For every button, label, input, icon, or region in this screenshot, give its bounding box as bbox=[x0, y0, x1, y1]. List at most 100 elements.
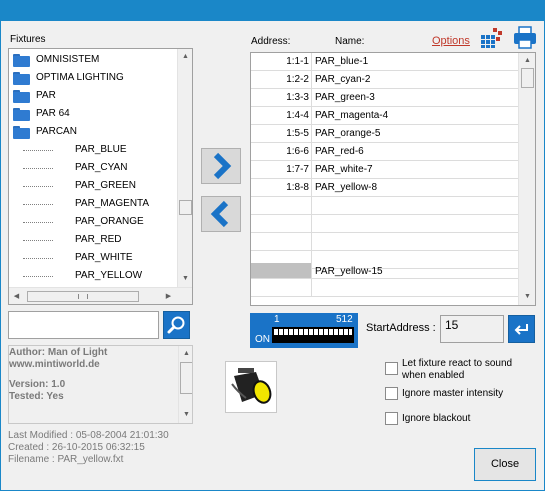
table-row[interactable]: 1:6-6 PAR_red-6 bbox=[251, 143, 518, 161]
info-version: Version: 1.0 bbox=[9, 379, 66, 390]
row-name: PAR_yellow-15 bbox=[315, 266, 383, 277]
scroll-thumb[interactable] bbox=[521, 68, 534, 88]
row-address: 1:5-5 bbox=[251, 125, 312, 142]
tree-folder-parcan[interactable]: PARCAN bbox=[9, 123, 177, 141]
remove-fixture-button[interactable] bbox=[201, 196, 241, 232]
scroll-up-icon[interactable]: ▲ bbox=[179, 346, 192, 361]
scroll-up-icon[interactable]: ▲ bbox=[520, 53, 535, 68]
tree-leaf[interactable]: PAR_ORANGE bbox=[9, 213, 177, 231]
table-row[interactable]: 1:8-8 PAR_yellow-8 bbox=[251, 179, 518, 197]
tree-leaf[interactable]: PAR_CYAN bbox=[9, 159, 177, 177]
options-link[interactable]: Options bbox=[432, 35, 470, 47]
table-row-selected[interactable]: PAR_yellow-15 bbox=[251, 263, 518, 279]
apply-start-address-button[interactable] bbox=[508, 315, 535, 343]
ignore-master-intensity-checkbox[interactable] bbox=[385, 387, 398, 400]
patch-address-table[interactable]: 1:1-1 PAR_blue-1 1:2-2 PAR_cyan-2 1:3-3 PAR… bbox=[250, 52, 536, 306]
scroll-thumb[interactable] bbox=[179, 200, 192, 215]
tree-folder-par-64[interactable]: PAR 64 bbox=[9, 105, 177, 123]
table-row[interactable]: 1:5-5 PAR_orange-5 bbox=[251, 125, 518, 143]
enter-return-icon bbox=[514, 324, 528, 335]
fixtures-tree[interactable]: OMNISISTEM OPTIMA LIGHTING PAR PAR 64 PA… bbox=[8, 48, 193, 305]
table-row[interactable]: 1:3-3 PAR_green-3 bbox=[251, 89, 518, 107]
start-address-input[interactable]: 15 bbox=[440, 315, 504, 343]
row-address: 1:3-3 bbox=[251, 89, 312, 106]
row-address: 1:2-2 bbox=[251, 71, 312, 88]
fixture-preview bbox=[225, 361, 277, 413]
info-website: www.mintiworld.de bbox=[9, 359, 100, 370]
folder-icon bbox=[13, 72, 30, 85]
close-button[interactable]: Close bbox=[474, 448, 536, 481]
row-address bbox=[251, 279, 312, 296]
scroll-thumb[interactable] bbox=[27, 291, 139, 302]
folder-icon bbox=[13, 108, 30, 121]
tree-leaf-label: PAR_YELLOW bbox=[75, 270, 143, 281]
scroll-left-icon[interactable]: ◀ bbox=[9, 289, 24, 304]
patch-grid-button[interactable] bbox=[479, 27, 505, 49]
tree-leaf[interactable]: PAR_WHITE bbox=[9, 249, 177, 267]
info-author: Author: Man of Light bbox=[9, 347, 108, 358]
row-name: PAR_cyan-2 bbox=[315, 74, 371, 85]
react-to-sound-checkbox[interactable] bbox=[385, 362, 398, 375]
scroll-thumb[interactable] bbox=[180, 362, 192, 394]
row-name: PAR_blue-1 bbox=[315, 56, 369, 67]
tree-leaf-label: PAR_MAGENTA bbox=[75, 198, 150, 209]
scroll-down-icon[interactable]: ▼ bbox=[179, 407, 192, 422]
tree-leaf[interactable]: PAR_BLUE bbox=[9, 141, 177, 159]
scroll-right-icon[interactable]: ▶ bbox=[161, 289, 176, 304]
tree-folder-par[interactable]: PAR bbox=[9, 87, 177, 105]
row-name: PAR_white-7 bbox=[315, 164, 373, 175]
print-button[interactable] bbox=[511, 25, 539, 51]
ignore-blackout-checkbox[interactable] bbox=[385, 412, 398, 425]
table-row[interactable] bbox=[251, 197, 518, 215]
table-row[interactable]: 1:2-2 PAR_cyan-2 bbox=[251, 71, 518, 89]
dmx-universe-bar[interactable]: 1 512 ON bbox=[250, 313, 358, 348]
arrow-right-icon bbox=[213, 152, 232, 180]
scroll-down-icon[interactable]: ▼ bbox=[520, 289, 535, 304]
tree-folder-label: PARCAN bbox=[36, 126, 77, 137]
search-button[interactable] bbox=[163, 311, 190, 339]
arrow-left-icon bbox=[210, 200, 229, 228]
info-vertical-scrollbar[interactable]: ▲ ▼ bbox=[178, 346, 192, 423]
tree-leaf[interactable]: PAR_YELLOW bbox=[9, 267, 177, 285]
dmx-channel-strip bbox=[272, 327, 354, 343]
folder-icon bbox=[13, 90, 30, 103]
table-row[interactable]: 1:7-7 PAR_white-7 bbox=[251, 161, 518, 179]
tree-folder-optima-lighting[interactable]: OPTIMA LIGHTING bbox=[9, 69, 177, 87]
row-address bbox=[251, 197, 312, 214]
dmx-start-label: 1 bbox=[274, 314, 280, 325]
tree-vertical-scrollbar[interactable]: ▲ ▼ bbox=[177, 49, 192, 287]
row-name: PAR_magenta-4 bbox=[315, 110, 389, 121]
table-row[interactable] bbox=[251, 233, 518, 251]
fixtures-label: Fixtures bbox=[10, 34, 46, 45]
row-address bbox=[251, 263, 312, 278]
dmx-on-label: ON bbox=[255, 334, 270, 345]
row-address: 1:4-4 bbox=[251, 107, 312, 124]
tree-leaf[interactable]: PAR_RED bbox=[9, 231, 177, 249]
table-row[interactable] bbox=[251, 279, 518, 297]
row-name: PAR_orange-5 bbox=[315, 128, 381, 139]
scroll-down-icon[interactable]: ▼ bbox=[178, 271, 192, 286]
tree-leaf-label: PAR_WHITE bbox=[75, 252, 133, 263]
tree-folder-label: PAR bbox=[36, 90, 56, 101]
table-vertical-scrollbar[interactable]: ▲ ▼ bbox=[518, 53, 535, 305]
table-row[interactable]: 1:1-1 PAR_blue-1 bbox=[251, 53, 518, 71]
start-address-label: StartAddress : bbox=[366, 322, 436, 334]
table-row[interactable] bbox=[251, 215, 518, 233]
tree-leaf-label: PAR_CYAN bbox=[75, 162, 128, 173]
fixture-search-input[interactable] bbox=[8, 311, 159, 339]
tree-folder-omnisistem[interactable]: OMNISISTEM bbox=[9, 51, 177, 69]
row-address bbox=[251, 215, 312, 232]
tree-horizontal-scrollbar[interactable]: ◀ ▶ bbox=[9, 287, 192, 304]
scroll-up-icon[interactable]: ▲ bbox=[178, 49, 192, 64]
last-modified-text: Last Modified : 05-08-2004 21:01:30 bbox=[8, 430, 169, 441]
table-row[interactable]: 1:4-4 PAR_magenta-4 bbox=[251, 107, 518, 125]
row-address: 1:8-8 bbox=[251, 179, 312, 196]
tree-leaf[interactable]: PAR_GREEN bbox=[9, 177, 177, 195]
tree-folder-label: OMNISISTEM bbox=[36, 54, 100, 65]
tree-leaf[interactable]: PAR_MAGENTA bbox=[9, 195, 177, 213]
window-title-bar bbox=[0, 0, 545, 21]
ignore-blackout-label: Ignore blackout bbox=[402, 413, 471, 424]
add-fixture-button[interactable] bbox=[201, 148, 241, 184]
dmx-grid-icon bbox=[481, 28, 502, 48]
tree-folder-label: OPTIMA LIGHTING bbox=[36, 72, 124, 83]
